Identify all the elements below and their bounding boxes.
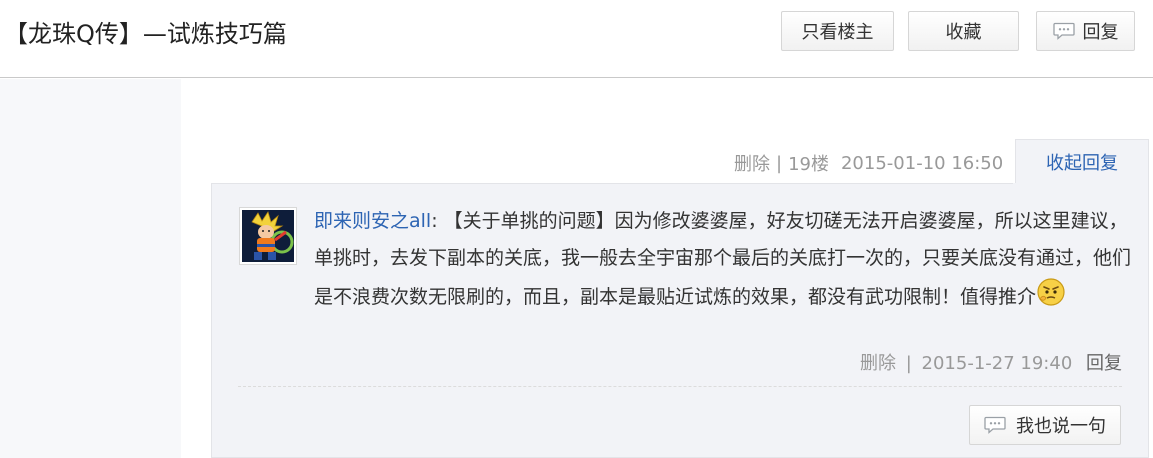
reply-button-label: 回复	[1082, 22, 1119, 43]
separator: |	[905, 353, 912, 374]
sub-reply-delete-link[interactable]: 删除	[860, 353, 896, 374]
sub-reply-reply-link[interactable]: 回复	[1086, 353, 1122, 374]
favorite-button[interactable]: 收藏	[908, 11, 1019, 51]
separator: |	[776, 152, 783, 174]
thread-header: 【龙珠Q传】—试炼技巧篇 只看楼主 收藏 回复	[0, 0, 1153, 78]
sub-reply-meta: 删除 | 2015-1-27 19:40 回复	[860, 349, 1122, 375]
chat-bubble-icon	[1052, 22, 1075, 40]
floor-number: 19楼	[788, 154, 829, 175]
thread-title: 【龙珠Q传】—试炼技巧篇	[4, 20, 287, 48]
floor-meta: 删除 | 19楼 2015-01-10 16:50	[734, 150, 1003, 176]
reply-button[interactable]: 回复	[1036, 11, 1135, 51]
user-avatar-goku-icon	[242, 210, 294, 262]
thinking-face-emoji-icon	[1036, 277, 1066, 307]
avatar[interactable]	[239, 207, 297, 265]
sub-reply-timestamp: 2015-1-27 19:40	[921, 353, 1073, 374]
say-something-label: 我也说一句	[1016, 416, 1106, 437]
divider	[238, 386, 1122, 387]
sub-reply-username[interactable]: 即来则安之all	[314, 210, 431, 232]
floor-delete-link[interactable]: 删除	[734, 150, 770, 176]
sub-reply-colon: :	[431, 210, 438, 232]
collapse-replies-link[interactable]: 收起回复	[1015, 139, 1149, 184]
chat-bubble-icon	[984, 416, 1006, 434]
only-op-button[interactable]: 只看楼主	[781, 11, 894, 51]
left-sidebar	[0, 79, 181, 458]
floor-timestamp: 2015-01-10 16:50	[840, 152, 1004, 174]
sub-reply-content: 即来则安之all: 【关于单挑的问题】因为修改婆婆屋，好友切磋无法开启婆婆屋，所…	[314, 203, 1134, 316]
say-something-button[interactable]: 我也说一句	[969, 405, 1121, 445]
sub-reply-box: 即来则安之all: 【关于单挑的问题】因为修改婆婆屋，好友切磋无法开启婆婆屋，所…	[211, 183, 1149, 458]
